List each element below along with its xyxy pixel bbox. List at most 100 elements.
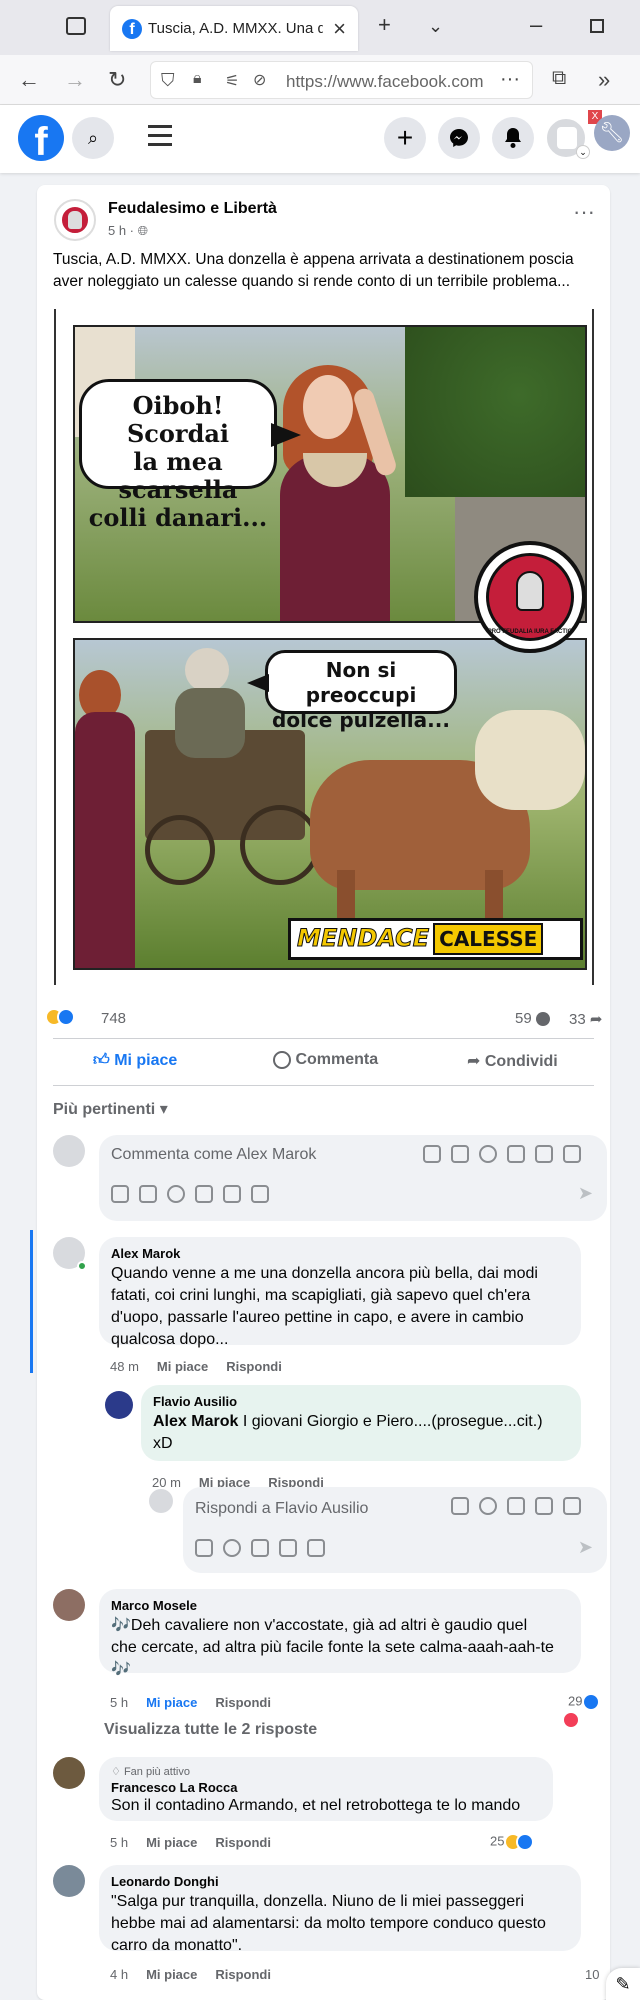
reply-author[interactable]: Flavio Ausilio [153,1393,569,1411]
wrench-icon[interactable]: 🔧︎ [594,115,630,151]
post-image[interactable]: Oiboh! Scordai la mea scarsella colli da… [54,309,594,985]
gif-icon[interactable] [279,1539,297,1557]
comment-reply-button[interactable]: Rispondi [215,1835,271,1850]
create-plus-icon[interactable]: + [384,117,426,159]
reactions-count[interactable]: 748 [101,1010,126,1027]
messenger-icon[interactable] [438,117,480,159]
post-time[interactable]: 5 h · 🌐︎ [108,223,148,239]
comment-time[interactable]: 4 h [110,1967,128,1982]
sticker-face-icon[interactable] [307,1539,325,1557]
comment-author[interactable]: Alex Marok [111,1245,569,1263]
emoji-icon[interactable] [479,1145,497,1163]
sticker-face-icon[interactable] [563,1145,581,1163]
page-actions-icon[interactable]: ··· [500,68,520,91]
avatar[interactable] [53,1589,85,1621]
sticker-icon[interactable] [451,1497,469,1515]
overflow-chevron-icon[interactable]: » [598,67,610,93]
browser-tab[interactable]: f Tuscia, A.D. MMXX. Una donzella × [110,6,358,51]
sticker-face-icon[interactable] [563,1497,581,1515]
reply-time[interactable]: 20 m [152,1475,181,1490]
camera-icon[interactable] [195,1185,213,1203]
comment-reply-button[interactable]: Rispondi [215,1967,271,1982]
reload-icon[interactable]: ↻ [108,67,126,93]
forward-icon[interactable]: → [64,67,86,93]
comment-time[interactable]: 5 h [110,1835,128,1850]
new-message-icon[interactable]: ✎ [606,1968,640,2000]
comment-like-button[interactable]: Mi piace [146,1695,197,1710]
comment-reaction-summary[interactable]: 29 [562,1693,610,1729]
sticker-face-icon[interactable] [251,1185,269,1203]
avatar-sticker-icon[interactable] [423,1145,441,1163]
search-icon[interactable]: ⌕ [72,117,114,159]
new-tab-icon[interactable]: + [378,12,391,38]
comment-reply-button[interactable]: Rispondi [226,1359,282,1374]
sticker-icon[interactable] [451,1145,469,1163]
diamond-icon: ♢ [111,1766,121,1778]
comment-like-button[interactable]: Mi piace [146,1835,197,1850]
tab-overview-icon[interactable] [66,17,86,35]
comment-input[interactable]: Commenta come Alex Marok [111,1146,316,1164]
tab-list-chevron-icon[interactable]: ⌄ [428,16,443,37]
permissions-icon[interactable]: ⚟ [225,71,239,91]
reaction-icons[interactable] [45,1008,75,1026]
maximize-icon[interactable] [590,19,604,33]
mention-link[interactable]: Alex Marok [153,1413,238,1430]
camera-icon[interactable] [507,1497,525,1515]
facebook-logo-icon[interactable]: f [18,115,64,164]
address-bar[interactable]: ⛉ 🔒︎ ⚟ ⊘ https://www.facebook.com ··· [150,61,533,99]
account-chevron-icon[interactable]: ⌄ [576,145,590,159]
comment-author[interactable]: Leonardo Donghi [111,1873,569,1891]
menu-icon[interactable] [148,125,172,146]
tracking-blocked-icon[interactable]: ⊘ [253,70,266,90]
avatar[interactable] [53,1757,85,1789]
sort-comments-dropdown[interactable]: Più pertinenti ▾ [53,1099,168,1119]
minimize-icon[interactable]: – [530,12,542,38]
comments-count[interactable]: 59 [515,1010,550,1027]
comment-text: 🎶 [111,1661,131,1678]
sticker-icon[interactable] [139,1185,157,1203]
shares-count[interactable]: 33 ➦ [569,1010,602,1028]
avatar[interactable] [53,1865,85,1897]
sticker-icon[interactable] [195,1539,213,1557]
send-icon[interactable]: ➤ [578,1183,593,1204]
reply-composer[interactable]: Rispondi a Flavio Ausilio ➤ [183,1487,607,1573]
gif-icon[interactable] [535,1145,553,1163]
page-name[interactable]: Feudalesimo e Libertà [108,200,277,218]
trees-shape [405,327,585,497]
shield-icon[interactable]: ⛉ [161,70,175,91]
comment-button[interactable]: Commenta [273,1051,378,1069]
comment-composer[interactable]: Commenta come Alex Marok ➤ [99,1135,607,1221]
avatar-sticker-icon[interactable] [111,1185,129,1203]
my-avatar[interactable] [149,1489,173,1513]
comment-reaction-summary[interactable]: 10 [585,1967,599,1982]
send-icon[interactable]: ➤ [578,1537,593,1558]
my-avatar[interactable] [53,1135,85,1167]
emoji-icon[interactable] [167,1185,185,1203]
comment-time[interactable]: 48 m [110,1359,139,1374]
view-replies-link[interactable]: Visualizza tutte le 2 risposte [104,1721,317,1739]
camera-icon[interactable] [251,1539,269,1557]
comment-reply-button[interactable]: Rispondi [215,1695,271,1710]
camera-icon[interactable] [507,1145,525,1163]
emoji-icon[interactable] [479,1497,497,1515]
comment-like-button[interactable]: Mi piace [146,1967,197,1982]
comment-like-button[interactable]: Mi piace [157,1359,208,1374]
page-avatar[interactable] [54,199,96,241]
gif-icon[interactable] [535,1497,553,1515]
url-text[interactable]: https://www.facebook.com [286,72,483,92]
lock-icon[interactable]: 🔒︎ [193,70,202,88]
notifications-bell-icon[interactable] [492,117,534,159]
comment-time[interactable]: 5 h [110,1695,128,1710]
extensions-icon[interactable]: ⧉ [552,67,566,90]
avatar[interactable] [105,1391,133,1419]
comment-author[interactable]: Marco Mosele [111,1597,569,1615]
share-button[interactable]: ➦ Condividi [467,1051,558,1071]
reply-input[interactable]: Rispondi a Flavio Ausilio [195,1500,368,1518]
emoji-icon[interactable] [223,1539,241,1557]
back-icon[interactable]: ← [18,67,40,93]
close-tab-icon[interactable]: × [333,16,346,42]
gif-icon[interactable] [223,1185,241,1203]
comment-reaction-summary[interactable]: 25 [490,1833,535,1851]
like-button[interactable]: 👍︎ Mi piace [93,1051,177,1070]
post-options-icon[interactable]: ··· [573,199,595,225]
